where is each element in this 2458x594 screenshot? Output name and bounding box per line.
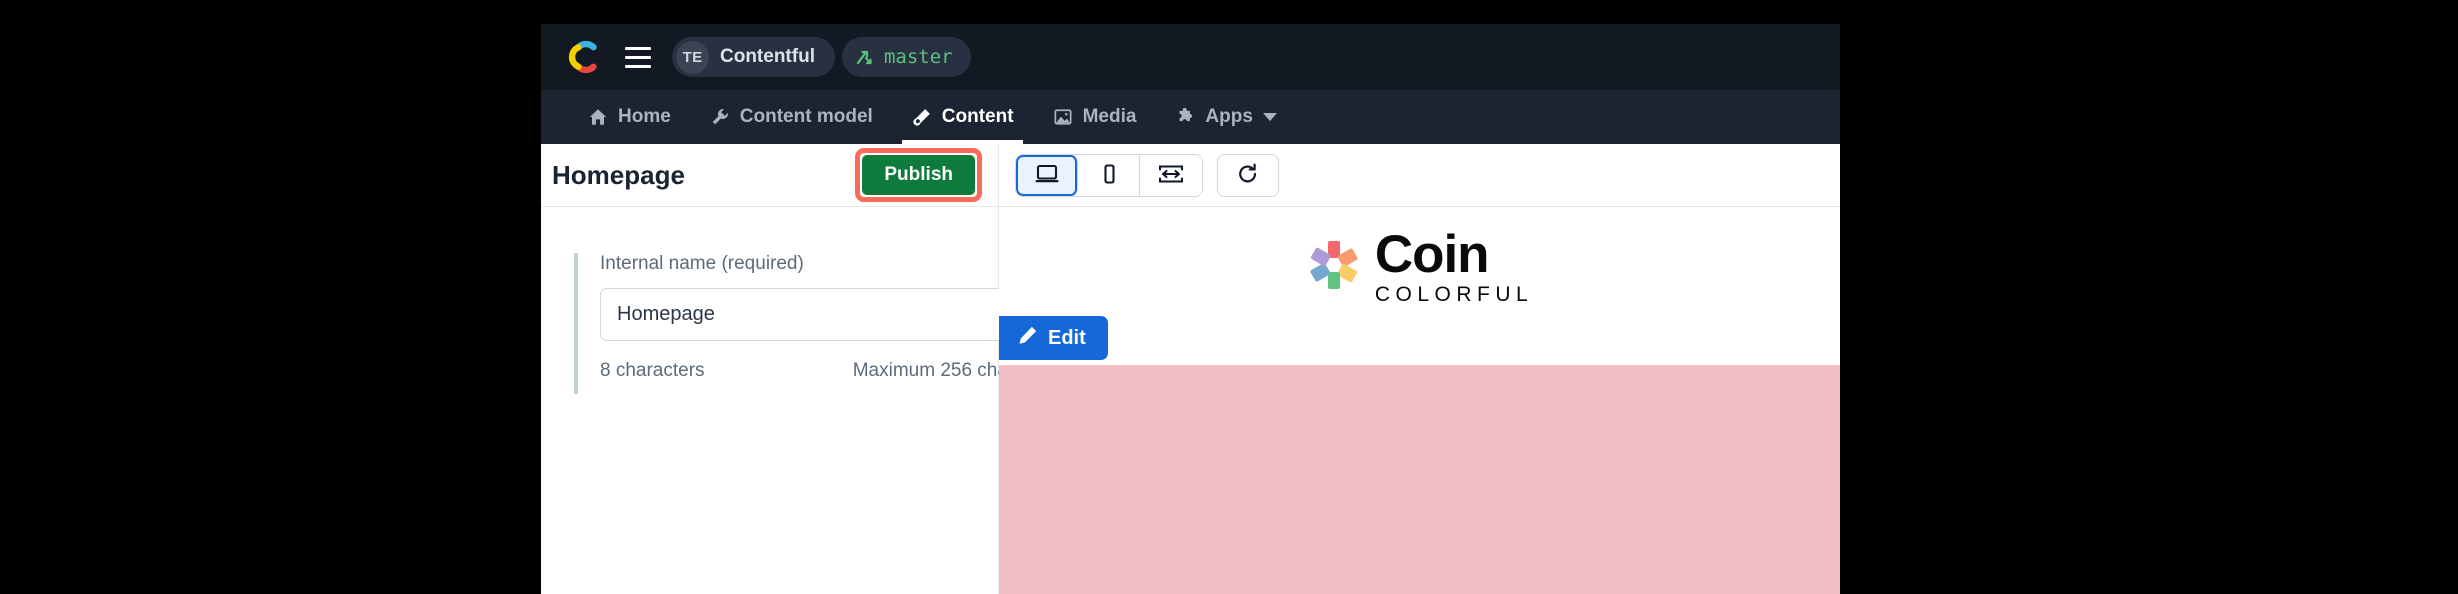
hamburger-menu-icon[interactable] xyxy=(621,40,655,74)
nav-item-media[interactable]: Media xyxy=(1033,90,1156,144)
brand-text: Coin COLORFUL xyxy=(1374,225,1534,307)
nav-label: Media xyxy=(1082,106,1137,127)
desktop-monitor-icon xyxy=(1034,162,1060,189)
brand-lockup: Coin COLORFUL xyxy=(1306,225,1534,307)
browser-window: TE Contentful master Home Content model … xyxy=(541,24,1840,594)
mobile-phone-icon xyxy=(1096,162,1122,189)
publish-button[interactable]: Publish xyxy=(862,155,975,195)
publish-highlight-ring: Publish xyxy=(855,148,982,202)
edit-overlay-button[interactable]: Edit xyxy=(999,316,1108,360)
workspace: Homepage Publish Internal name (required… xyxy=(541,144,1840,594)
entry-editor-pane: Homepage Publish Internal name (required… xyxy=(541,144,1066,594)
image-icon xyxy=(1052,106,1074,128)
hamburger-bar xyxy=(625,64,651,68)
environment-selector[interactable]: master xyxy=(841,37,971,77)
screenshot-stage: TE Contentful master Home Content model … xyxy=(0,0,2458,594)
pinwheel-logo-icon xyxy=(1306,237,1362,293)
brand-tagline: COLORFUL xyxy=(1374,282,1534,306)
refresh-icon xyxy=(1236,162,1260,189)
pen-nib-icon xyxy=(911,106,933,128)
puzzle-piece-icon xyxy=(1174,106,1196,128)
viewport-size-group xyxy=(1015,153,1203,197)
refresh-preview-button[interactable] xyxy=(1217,153,1279,197)
edit-overlay-label: Edit xyxy=(1048,326,1086,349)
nav-label: Content model xyxy=(739,106,873,127)
hamburger-bar xyxy=(625,55,651,59)
field-label: Internal name (required) xyxy=(600,253,804,274)
character-count: 8 characters xyxy=(600,360,705,381)
preview-toolbar xyxy=(999,144,1840,207)
space-selector[interactable]: TE Contentful xyxy=(672,37,835,77)
pencil-icon xyxy=(1017,325,1038,352)
main-navigation: Home Content model Content Media Apps xyxy=(541,90,1840,144)
hero-banner xyxy=(999,365,1840,594)
nav-label: Home xyxy=(618,106,671,127)
live-preview-pane: Coin COLORFUL Edit xyxy=(999,144,1840,594)
viewport-mobile-button[interactable] xyxy=(1078,154,1140,196)
app-topbar: TE Contentful master xyxy=(541,24,1840,90)
preview-viewport: Coin COLORFUL Edit xyxy=(999,207,1840,594)
page-title: Homepage xyxy=(552,159,685,190)
nav-item-content-model[interactable]: Content model xyxy=(690,90,892,144)
site-header: Coin COLORFUL xyxy=(999,207,1840,331)
space-name: Contentful xyxy=(720,46,815,67)
nav-label: Apps xyxy=(1205,106,1253,127)
contentful-logo-icon[interactable] xyxy=(568,40,602,74)
environment-name: master xyxy=(883,46,953,68)
home-icon xyxy=(587,106,609,128)
branch-icon xyxy=(855,47,875,67)
nav-item-apps[interactable]: Apps xyxy=(1155,90,1296,144)
entry-editor-header: Homepage Publish xyxy=(541,144,998,207)
avatar: TE xyxy=(676,40,709,74)
wrench-icon xyxy=(709,106,731,128)
field-helper-row: 8 characters Maximum 256 characters xyxy=(600,360,1066,382)
responsive-width-icon xyxy=(1157,162,1185,189)
nav-item-home[interactable]: Home xyxy=(568,90,690,144)
internal-name-input[interactable] xyxy=(600,288,1066,341)
field-internal-name: Internal name (required) 8 characters Ma… xyxy=(574,253,1066,394)
brand-name: Coin xyxy=(1374,225,1490,285)
entry-fields: Internal name (required) 8 characters Ma… xyxy=(541,207,1066,394)
viewport-responsive-button[interactable] xyxy=(1140,154,1202,196)
nav-item-content[interactable]: Content xyxy=(892,90,1033,144)
chevron-down-icon xyxy=(1262,113,1277,121)
hamburger-bar xyxy=(625,46,651,50)
nav-label: Content xyxy=(941,106,1014,127)
viewport-desktop-button[interactable] xyxy=(1016,154,1078,196)
